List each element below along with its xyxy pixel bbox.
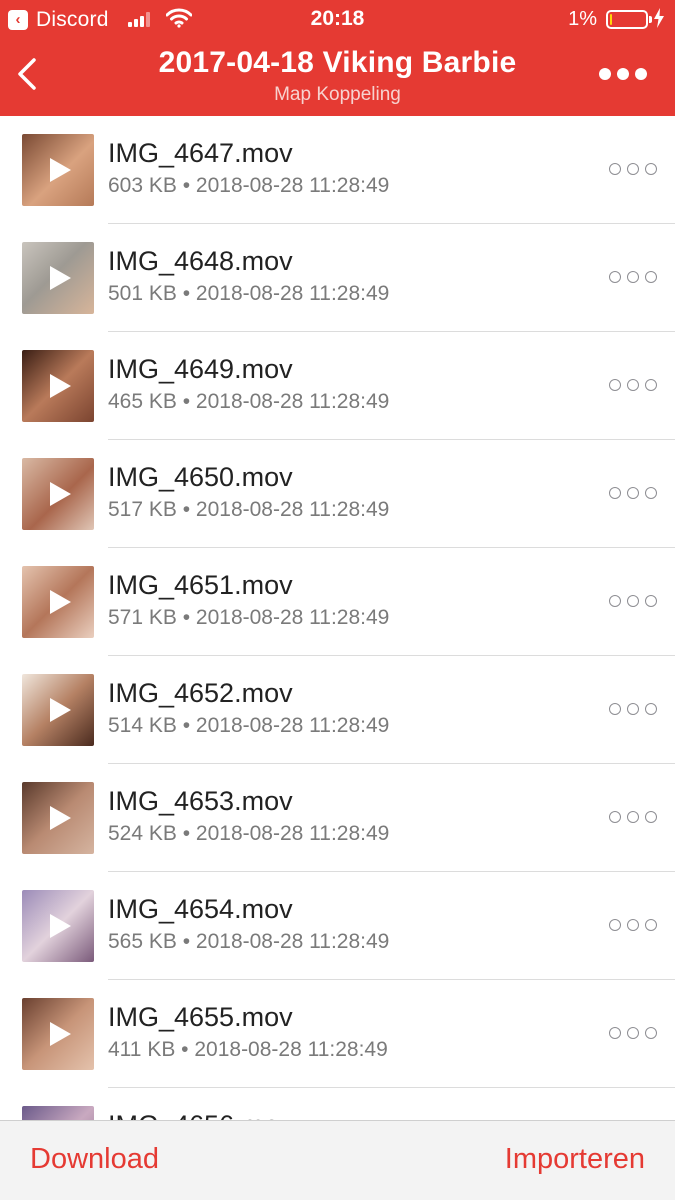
row-more-icon[interactable] [609, 1026, 657, 1042]
import-button[interactable]: Importeren [505, 1143, 645, 1176]
play-icon [50, 698, 71, 722]
row-more-icon[interactable] [609, 378, 657, 394]
row-more-icon[interactable] [609, 270, 657, 286]
play-icon [50, 374, 71, 398]
row-more-icon[interactable] [609, 918, 657, 934]
video-thumbnail [22, 350, 94, 422]
file-row[interactable]: IMG_4647.mov 603 KB • 2018-08-28 11:28:49 [0, 116, 675, 224]
more-dots-icon[interactable] [599, 68, 647, 82]
file-name: IMG_4649.mov [108, 354, 293, 384]
play-icon [50, 266, 71, 290]
file-row[interactable]: IMG_4649.mov 465 KB • 2018-08-28 11:28:49 [0, 332, 675, 440]
video-thumbnail [22, 1106, 94, 1120]
file-row[interactable]: IMG_4654.mov 565 KB • 2018-08-28 11:28:49 [0, 872, 675, 980]
charging-bolt-icon [654, 8, 664, 28]
play-icon [50, 806, 71, 830]
play-icon [50, 158, 71, 182]
file-name: IMG_4652.mov [108, 678, 293, 708]
file-meta: 514 KB • 2018-08-28 11:28:49 [108, 714, 390, 737]
file-name: IMG_4648.mov [108, 246, 293, 276]
file-meta: 517 KB • 2018-08-28 11:28:49 [108, 498, 390, 521]
file-name: IMG_4647.mov [108, 138, 293, 168]
file-meta: 411 KB • 2018-08-28 11:28:49 [108, 1038, 388, 1061]
video-thumbnail [22, 998, 94, 1070]
file-row[interactable]: IMG_4653.mov 524 KB • 2018-08-28 11:28:49 [0, 764, 675, 872]
file-row[interactable]: IMG_4648.mov 501 KB • 2018-08-28 11:28:49 [0, 224, 675, 332]
video-thumbnail [22, 134, 94, 206]
video-thumbnail [22, 674, 94, 746]
status-bar: ‹ Discord 20:18 1% [0, 0, 675, 38]
nav-bar: 2017-04-18 Viking Barbie Map Koppeling [0, 38, 675, 116]
file-name: IMG_4653.mov [108, 786, 293, 816]
video-thumbnail [22, 566, 94, 638]
page-subtitle: Map Koppeling [274, 84, 401, 105]
file-list: IMG_4647.mov 603 KB • 2018-08-28 11:28:49… [0, 116, 675, 1120]
play-icon [50, 914, 71, 938]
battery-percent: 1% [568, 8, 597, 30]
row-more-icon[interactable] [609, 594, 657, 610]
video-thumbnail [22, 890, 94, 962]
battery-icon [606, 10, 652, 29]
file-row[interactable]: IMG_4651.mov 571 KB • 2018-08-28 11:28:49 [0, 548, 675, 656]
file-row[interactable]: IMG_4652.mov 514 KB • 2018-08-28 11:28:49 [0, 656, 675, 764]
file-meta: 603 KB • 2018-08-28 11:28:49 [108, 174, 390, 197]
play-icon [50, 482, 71, 506]
play-icon [50, 590, 71, 614]
file-meta: 465 KB • 2018-08-28 11:28:49 [108, 390, 390, 413]
file-meta: 565 KB • 2018-08-28 11:28:49 [108, 930, 390, 953]
row-more-icon[interactable] [609, 162, 657, 178]
file-row[interactable]: IMG_4656.mov [0, 1088, 675, 1120]
video-thumbnail [22, 242, 94, 314]
file-name: IMG_4656.mov [108, 1110, 293, 1120]
file-meta: 571 KB • 2018-08-28 11:28:49 [108, 606, 390, 629]
row-more-icon[interactable] [609, 486, 657, 502]
video-thumbnail [22, 458, 94, 530]
file-meta: 524 KB • 2018-08-28 11:28:49 [108, 822, 390, 845]
page-title: 2017-04-18 Viking Barbie [158, 46, 517, 79]
row-more-icon[interactable] [609, 702, 657, 718]
play-icon [50, 1022, 71, 1046]
battery-level [610, 14, 612, 25]
row-more-icon[interactable] [609, 810, 657, 826]
download-button[interactable]: Download [30, 1143, 159, 1176]
file-name: IMG_4651.mov [108, 570, 293, 600]
file-row[interactable]: IMG_4650.mov 517 KB • 2018-08-28 11:28:49 [0, 440, 675, 548]
file-meta: 501 KB • 2018-08-28 11:28:49 [108, 282, 390, 305]
video-thumbnail [22, 782, 94, 854]
file-name: IMG_4655.mov [108, 1002, 293, 1032]
file-name: IMG_4654.mov [108, 894, 293, 924]
file-name: IMG_4650.mov [108, 462, 293, 492]
file-row[interactable]: IMG_4655.mov 411 KB • 2018-08-28 11:28:49 [0, 980, 675, 1088]
bottom-toolbar: Download Importeren [0, 1120, 675, 1200]
top-header: ‹ Discord 20:18 1% 2017-04-18 Viking Bar… [0, 0, 675, 116]
